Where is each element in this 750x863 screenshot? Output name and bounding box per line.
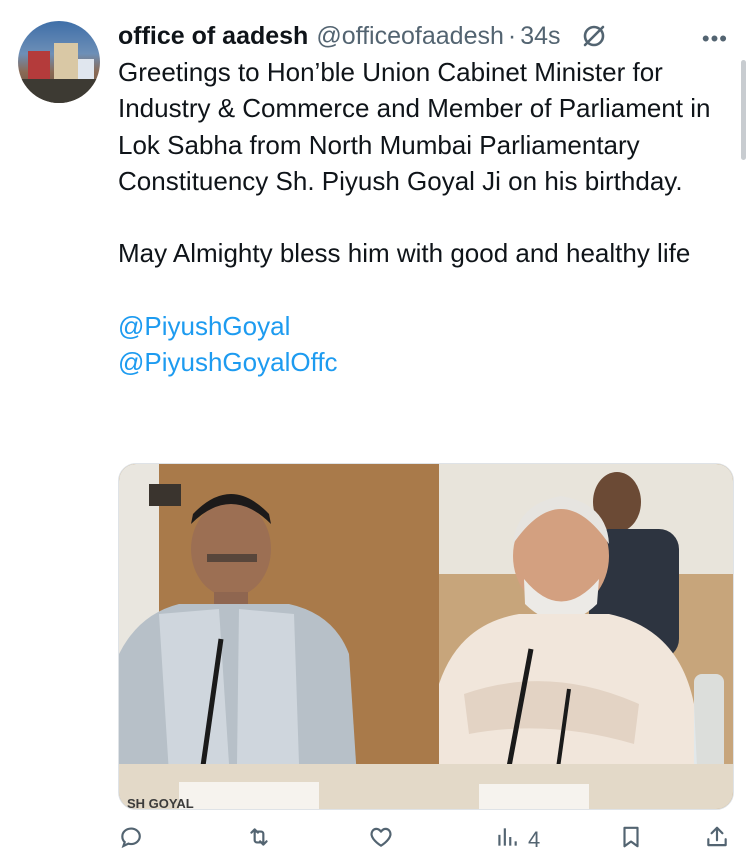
reply-button[interactable]: [118, 820, 144, 860]
mention-link[interactable]: @PiyushGoyal: [118, 308, 728, 344]
tweet-time[interactable]: 34s: [520, 22, 560, 51]
avatar-shape: [18, 79, 100, 103]
views-button[interactable]: 4: [494, 820, 540, 860]
bookmark-button[interactable]: [618, 820, 644, 860]
share-button[interactable]: [704, 820, 730, 860]
avatar-shape: [54, 43, 78, 83]
grok-icon[interactable]: [579, 21, 609, 51]
author-name[interactable]: office of aadesh: [118, 22, 308, 51]
tweet-photo[interactable]: SH GOYAL: [118, 463, 734, 810]
separator-dot: ·: [507, 21, 517, 50]
mention-link[interactable]: @PiyushGoyalOffc: [118, 344, 728, 380]
heart-icon: [368, 824, 394, 856]
share-icon: [704, 824, 730, 856]
scrollbar[interactable]: [741, 60, 746, 160]
tweet-paragraph: May Almighty bless him with good and hea…: [118, 238, 691, 269]
tweet-text: Greetings to Hon’ble Union Cabinet Minis…: [118, 54, 728, 381]
reply-icon: [118, 824, 144, 856]
retweet-button[interactable]: [246, 820, 272, 860]
avatar[interactable]: [18, 21, 100, 103]
retweet-icon: [246, 824, 272, 856]
photo-caption: SH GOYAL: [127, 796, 194, 809]
tweet-actions: 4: [118, 820, 738, 860]
tweet-header: office of aadesh @officeofaadesh · 34s: [118, 18, 738, 54]
tweet-paragraph: Greetings to Hon’ble Union Cabinet Minis…: [118, 57, 711, 196]
bookmark-icon: [618, 824, 644, 856]
views-count: 4: [528, 827, 541, 852]
more-options-icon[interactable]: •••: [702, 26, 728, 52]
author-handle[interactable]: @officeofaadesh: [316, 22, 504, 51]
like-button[interactable]: [368, 820, 394, 860]
views-icon: [494, 824, 520, 856]
